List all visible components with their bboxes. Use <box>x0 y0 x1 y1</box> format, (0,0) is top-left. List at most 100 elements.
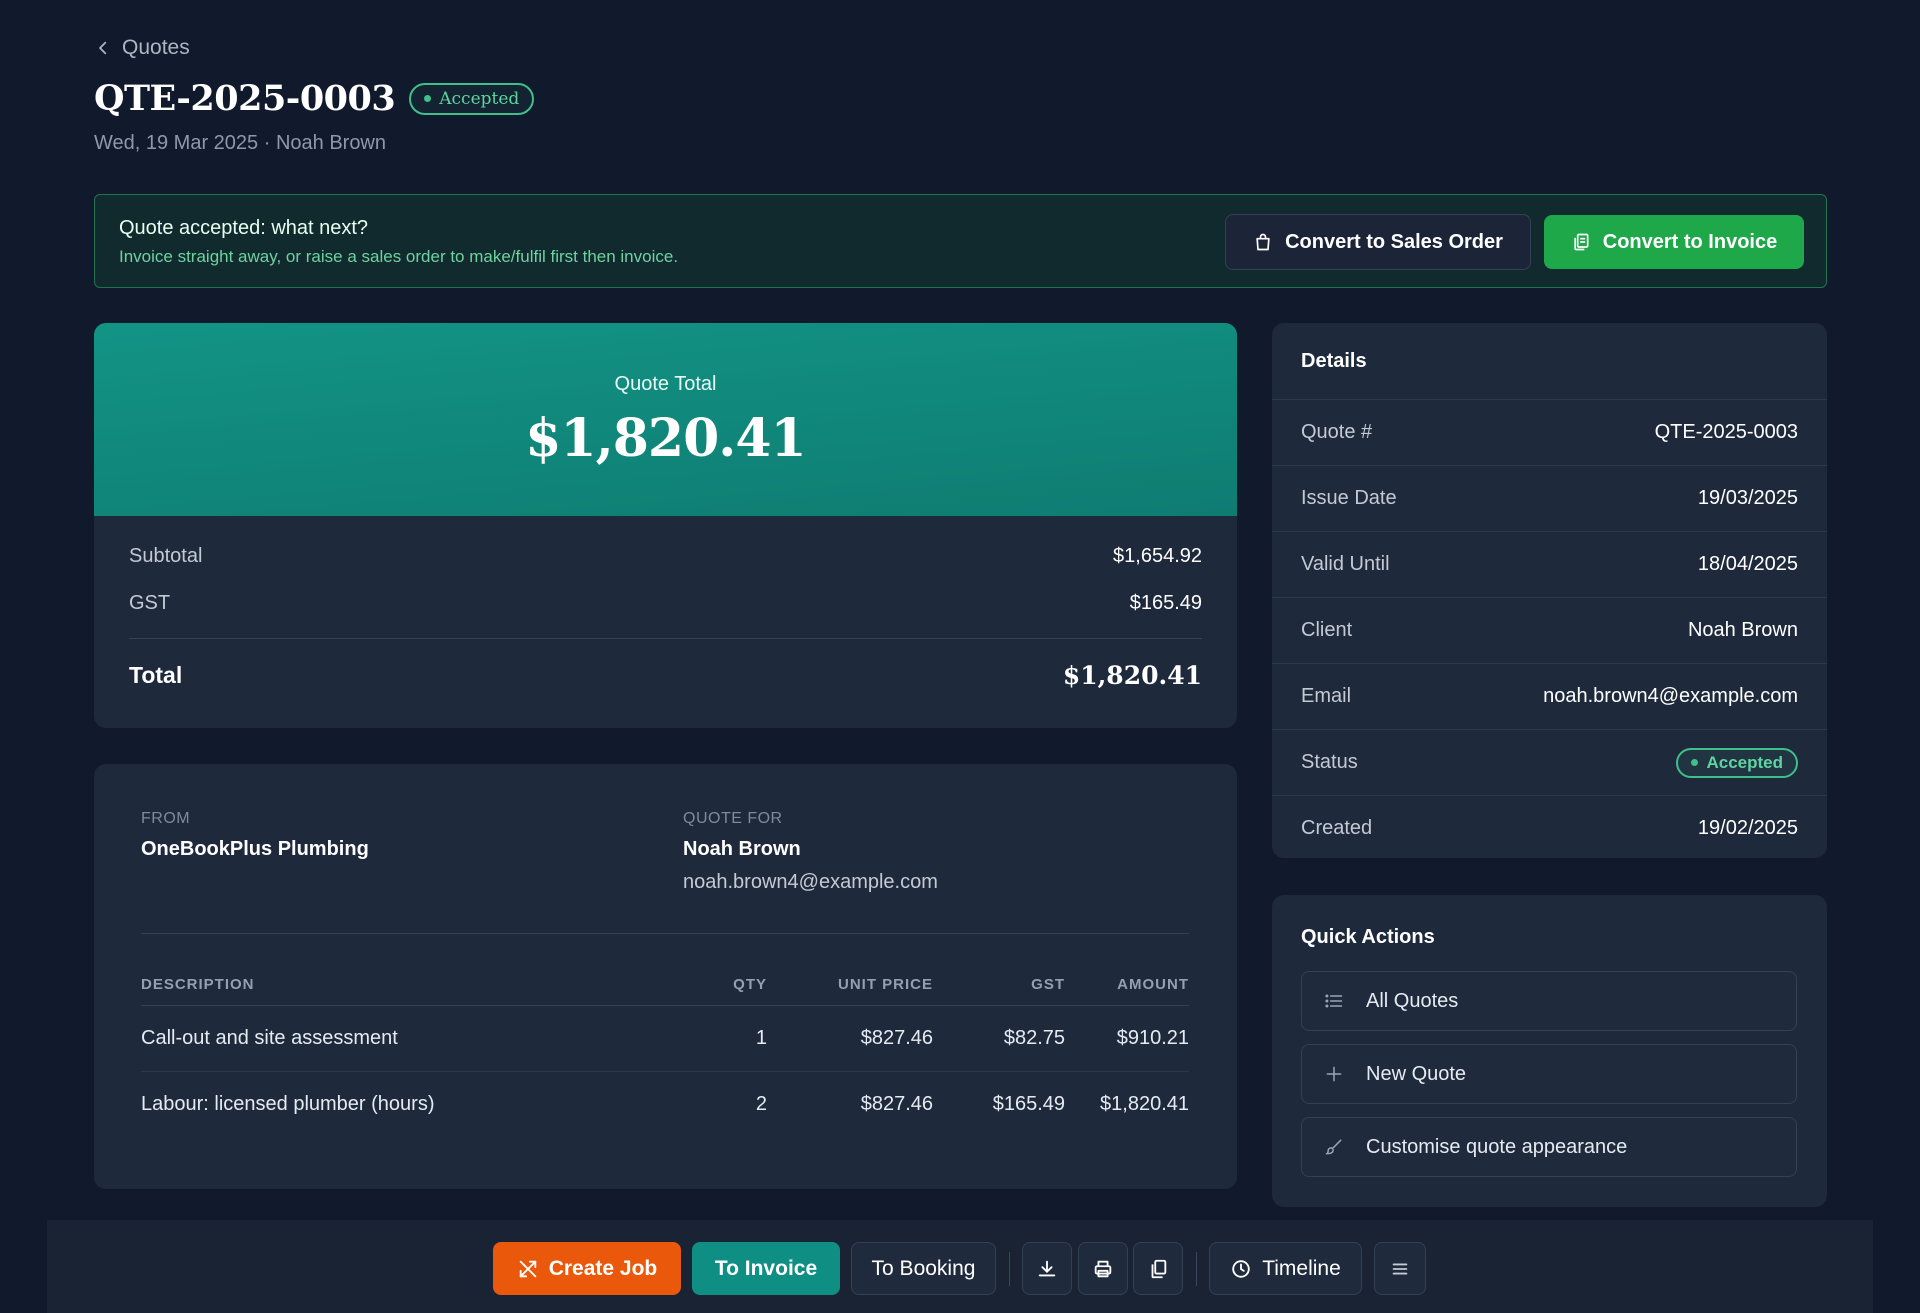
detail-value: noah.brown4@example.com <box>1543 685 1798 707</box>
total-label: Total <box>129 662 183 688</box>
page-title: QTE-2025-0003 <box>94 78 396 119</box>
all-quotes-action[interactable]: All Quotes <box>1301 971 1797 1031</box>
column-header-qty: QTY <box>701 964 767 1006</box>
detail-row-created: Created 19/02/2025 <box>1272 795 1827 858</box>
item-description: Labour: licensed plumber (hours) <box>141 1093 435 1116</box>
detail-row-client: Client Noah Brown <box>1272 597 1827 663</box>
customise-appearance-label: Customise quote appearance <box>1366 1135 1628 1158</box>
back-link[interactable]: Quotes <box>94 36 190 60</box>
status-dot-icon <box>424 95 432 102</box>
more-menu-button[interactable] <box>1374 1242 1426 1295</box>
item-gst: $165.49 <box>992 1093 1065 1116</box>
timeline-label: Timeline <box>1262 1256 1341 1280</box>
menu-icon <box>1392 1263 1408 1274</box>
quick-actions-card: Quick Actions All Quotes New Quote Custo… <box>1272 895 1827 1207</box>
quote-for-email: noah.brown4@example.com <box>683 871 938 893</box>
accepted-banner: Quote accepted: what next? Invoice strai… <box>94 194 1827 288</box>
create-job-label: Create Job <box>548 1256 658 1280</box>
line-items-table: DESCRIPTION QTY UNIT PRICE GST AMOUNT Ca… <box>141 964 1189 1138</box>
print-button[interactable] <box>1078 1242 1128 1295</box>
to-invoice-label: To Invoice <box>714 1256 818 1280</box>
quote-total-value: $1,820.41 <box>525 408 806 469</box>
status-badge: Accepted <box>409 82 535 115</box>
item-qty: 1 <box>701 1005 767 1072</box>
convert-to-invoice-label: Convert to Invoice <box>1602 230 1778 253</box>
from-name: OneBookPlus Plumbing <box>141 838 369 860</box>
gst-label: GST <box>129 592 171 614</box>
customise-appearance-action[interactable]: Customise quote appearance <box>1301 1117 1797 1177</box>
to-booking-button[interactable]: To Booking <box>851 1242 996 1295</box>
detail-label: Quote # <box>1301 421 1373 443</box>
item-unit-price: $827.46 <box>767 1005 933 1072</box>
totals-divider <box>129 638 1202 639</box>
details-card: Details Quote # QTE-2025-0003 Issue Date… <box>1272 323 1827 858</box>
brush-icon <box>1325 1139 1342 1155</box>
table-header-row: DESCRIPTION QTY UNIT PRICE GST AMOUNT <box>141 964 1189 1006</box>
bottom-toolbar: Create Job To Invoice To Booking Timelin… <box>47 1220 1873 1313</box>
create-job-button[interactable]: Create Job <box>493 1242 681 1295</box>
status-badge-label: Accepted <box>439 88 520 109</box>
tools-icon <box>519 1260 536 1277</box>
detail-label: Email <box>1301 685 1352 707</box>
download-button[interactable] <box>1022 1242 1072 1295</box>
to-booking-label: To Booking <box>871 1256 976 1280</box>
quote-for-caption: QUOTE FOR <box>683 810 783 827</box>
banner-title: Quote accepted: what next? <box>119 217 369 239</box>
convert-to-sales-order-label: Convert to Sales Order <box>1285 230 1503 253</box>
status-dot-icon <box>1691 759 1699 766</box>
detail-row-email: Email noah.brown4@example.com <box>1272 663 1827 729</box>
timeline-button[interactable]: Timeline <box>1209 1242 1362 1295</box>
total-row: Total $1,820.41 <box>129 661 1202 690</box>
column-header-description: DESCRIPTION <box>141 964 701 1006</box>
list-icon <box>1325 994 1343 1008</box>
details-title: Details <box>1301 350 1367 372</box>
gst-row: GST $165.49 <box>129 592 1202 615</box>
gst-value: $165.49 <box>1129 592 1202 614</box>
back-link-label: Quotes <box>122 36 190 59</box>
detail-value: Noah Brown <box>1687 619 1798 641</box>
detail-label: Status <box>1301 751 1358 773</box>
new-quote-action[interactable]: New Quote <box>1301 1044 1797 1104</box>
quote-total-label: Quote Total <box>614 373 717 395</box>
subtotal-value: $1,654.92 <box>1113 545 1202 567</box>
quote-total-header: Quote Total $1,820.41 <box>94 323 1237 516</box>
to-invoice-button[interactable]: To Invoice <box>692 1242 840 1295</box>
subtotal-row: Subtotal $1,654.92 <box>129 545 1202 568</box>
column-header-amount: AMOUNT <box>1065 964 1189 1006</box>
status-badge: Accepted <box>1676 747 1798 778</box>
shopping-bag-icon <box>1256 233 1270 251</box>
convert-to-invoice-button[interactable]: Convert to Invoice <box>1544 215 1804 269</box>
duplicate-button[interactable] <box>1133 1242 1183 1295</box>
item-amount: $910.21 <box>1065 1005 1189 1072</box>
item-unit-price: $827.46 <box>860 1093 933 1116</box>
item-gst: $82.75 <box>933 1005 1065 1072</box>
download-icon <box>1038 1260 1056 1276</box>
detail-value: QTE-2025-0003 <box>1654 421 1798 443</box>
banner-subtitle: Invoice straight away, or raise a sales … <box>119 247 679 266</box>
detail-label: Valid Until <box>1301 553 1390 575</box>
page-subtitle: Wed, 19 Mar 2025 · Noah Brown <box>94 132 387 154</box>
item-description: Call-out and site assessment <box>141 1005 701 1072</box>
total-value: $1,820.41 <box>1062 661 1202 690</box>
all-quotes-label: All Quotes <box>1366 989 1459 1012</box>
quote-total-card: Quote Total $1,820.41 Subtotal $1,654.92… <box>94 323 1237 728</box>
printer-icon <box>1094 1260 1112 1277</box>
from-party: FROM OneBookPlus Plumbing <box>141 810 369 871</box>
column-header-unit-price: UNIT PRICE <box>767 964 933 1006</box>
new-quote-label: New Quote <box>1366 1062 1467 1085</box>
table-row: Call-out and site assessment 1 $827.46 $… <box>141 1005 1189 1072</box>
copy-icon <box>1151 1259 1167 1278</box>
plus-icon <box>1326 1066 1342 1082</box>
detail-row-quote-number: Quote # QTE-2025-0003 <box>1272 399 1827 465</box>
detail-row-issue-date: Issue Date 19/03/2025 <box>1272 465 1827 531</box>
quote-items-card: FROM OneBookPlus Plumbing QUOTE FOR Noah… <box>94 764 1237 1189</box>
detail-row-valid-until: Valid Until 18/04/2025 <box>1272 531 1827 597</box>
convert-to-sales-order-button[interactable]: Convert to Sales Order <box>1225 214 1531 270</box>
clock-icon <box>1232 1259 1250 1278</box>
item-amount: $1,820.41 <box>1100 1093 1189 1116</box>
from-caption: FROM <box>141 810 191 827</box>
toolbar-divider <box>1009 1252 1010 1286</box>
detail-row-status: Status Accepted <box>1272 729 1827 795</box>
items-divider <box>141 933 1189 934</box>
subtotal-label: Subtotal <box>129 545 203 567</box>
